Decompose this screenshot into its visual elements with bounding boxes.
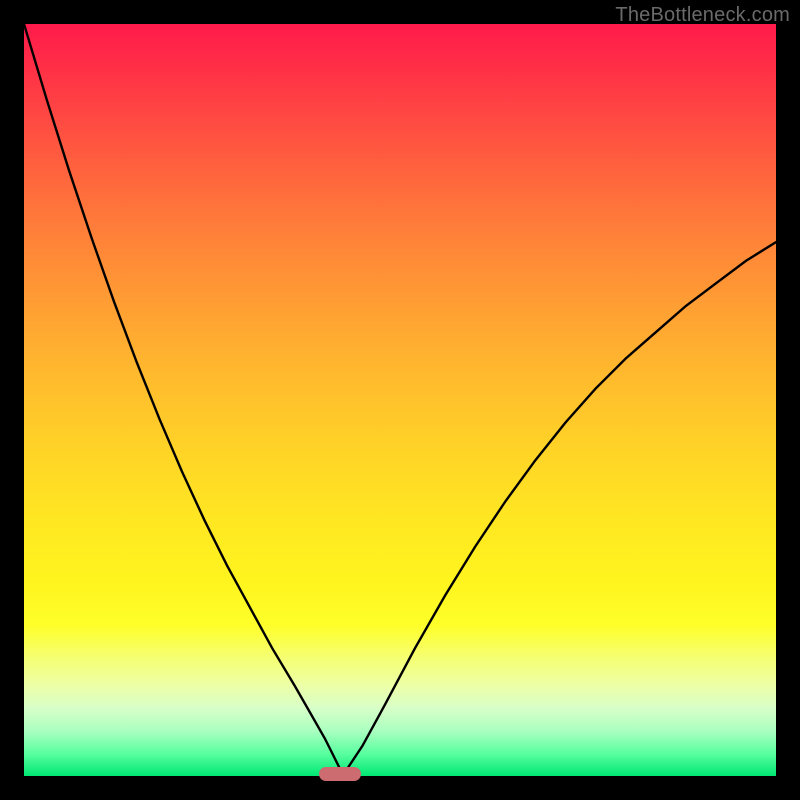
curve-left — [24, 24, 340, 769]
plot-area — [24, 24, 776, 776]
optimal-marker — [319, 767, 361, 781]
curve-right — [347, 242, 776, 768]
watermark-text: TheBottleneck.com — [615, 4, 790, 27]
bottleneck-curve — [24, 24, 776, 776]
